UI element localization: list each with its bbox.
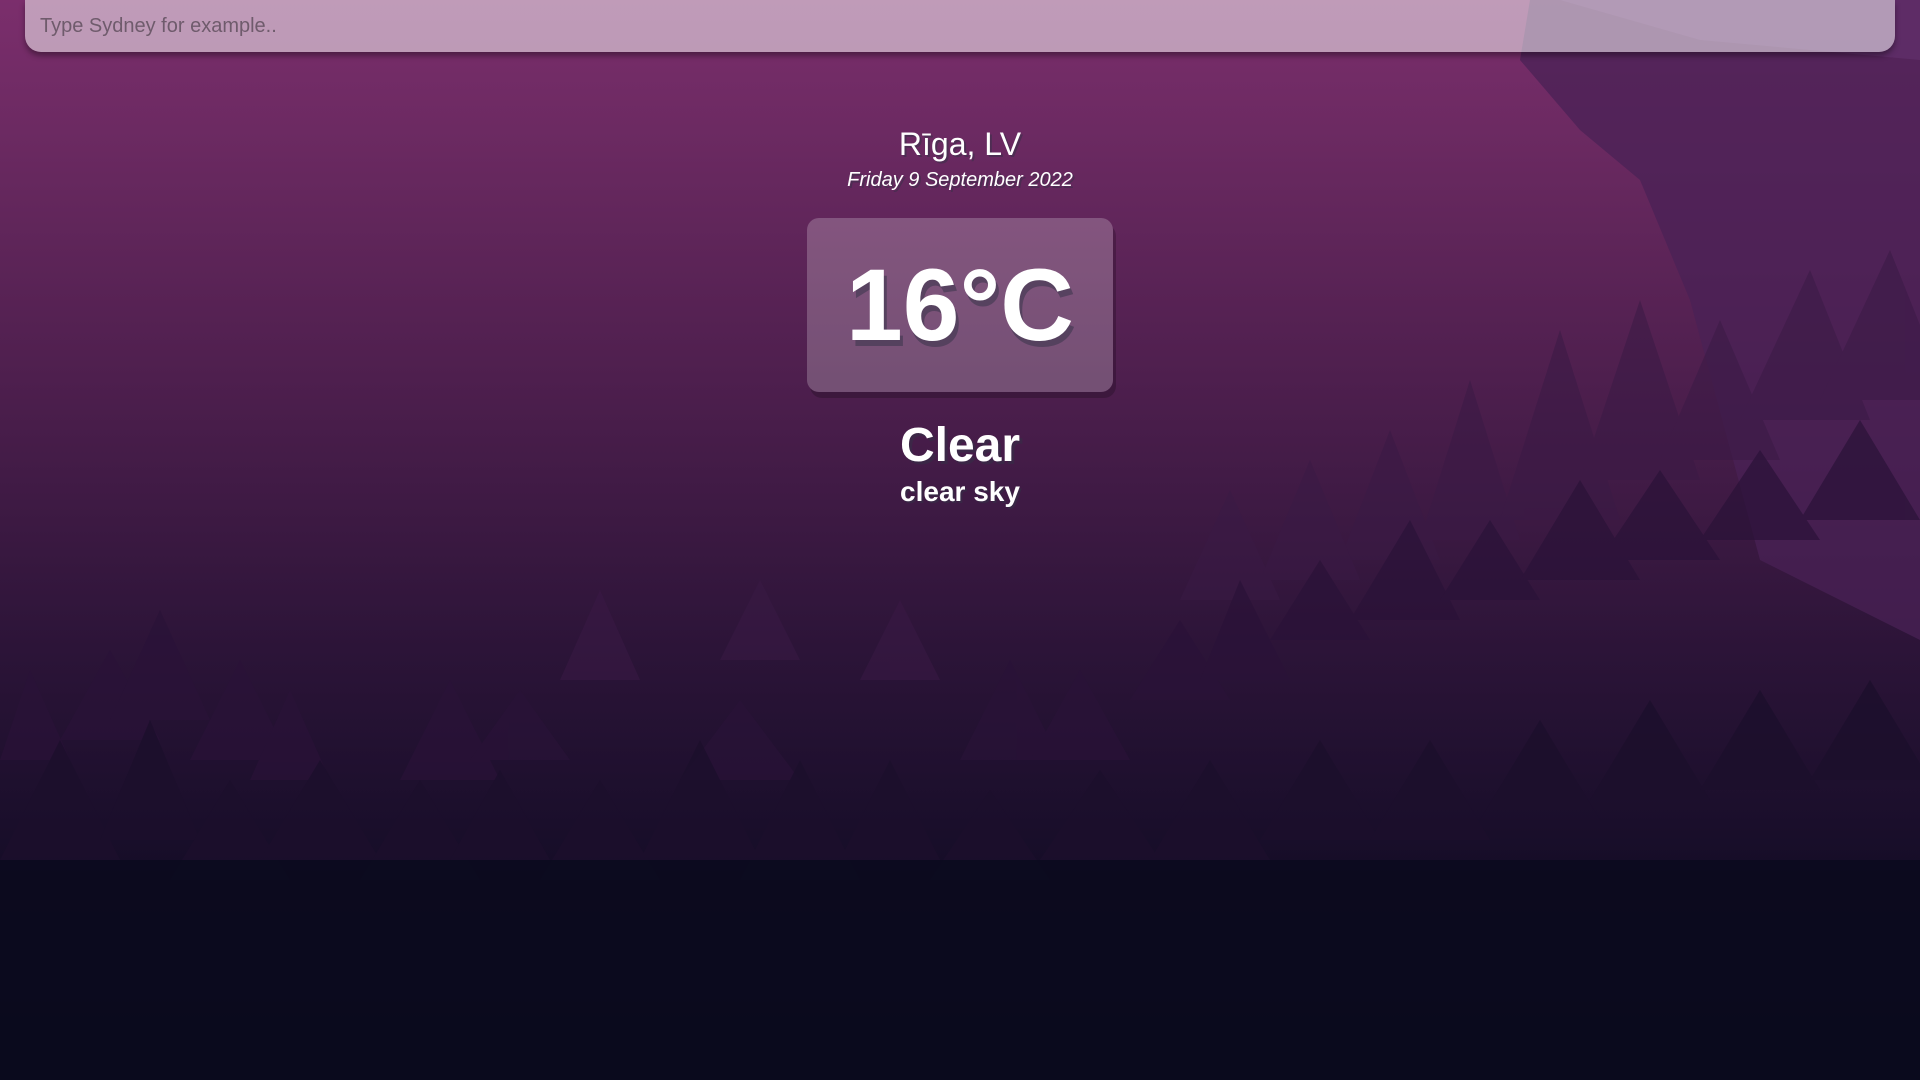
ground-shadow (0, 860, 1920, 1080)
search-bar (25, 0, 1895, 52)
location-box: Rīga, LV Friday 9 September 2022 (0, 126, 1920, 192)
current-date: Friday 9 September 2022 (847, 169, 1073, 191)
location-name: Rīga, LV (898, 126, 1022, 162)
temperature-display: 16°C (807, 218, 1113, 392)
search-input[interactable] (25, 0, 1895, 52)
weather-condition: Clear (899, 419, 1021, 472)
weather-description: clear sky (900, 476, 1020, 507)
near-tree-line (0, 680, 1920, 880)
weather-app: Rīga, LV Friday 9 September 2022 16°C Cl… (0, 0, 1920, 1080)
weather-box: 16°C Clear clear sky (0, 218, 1920, 508)
